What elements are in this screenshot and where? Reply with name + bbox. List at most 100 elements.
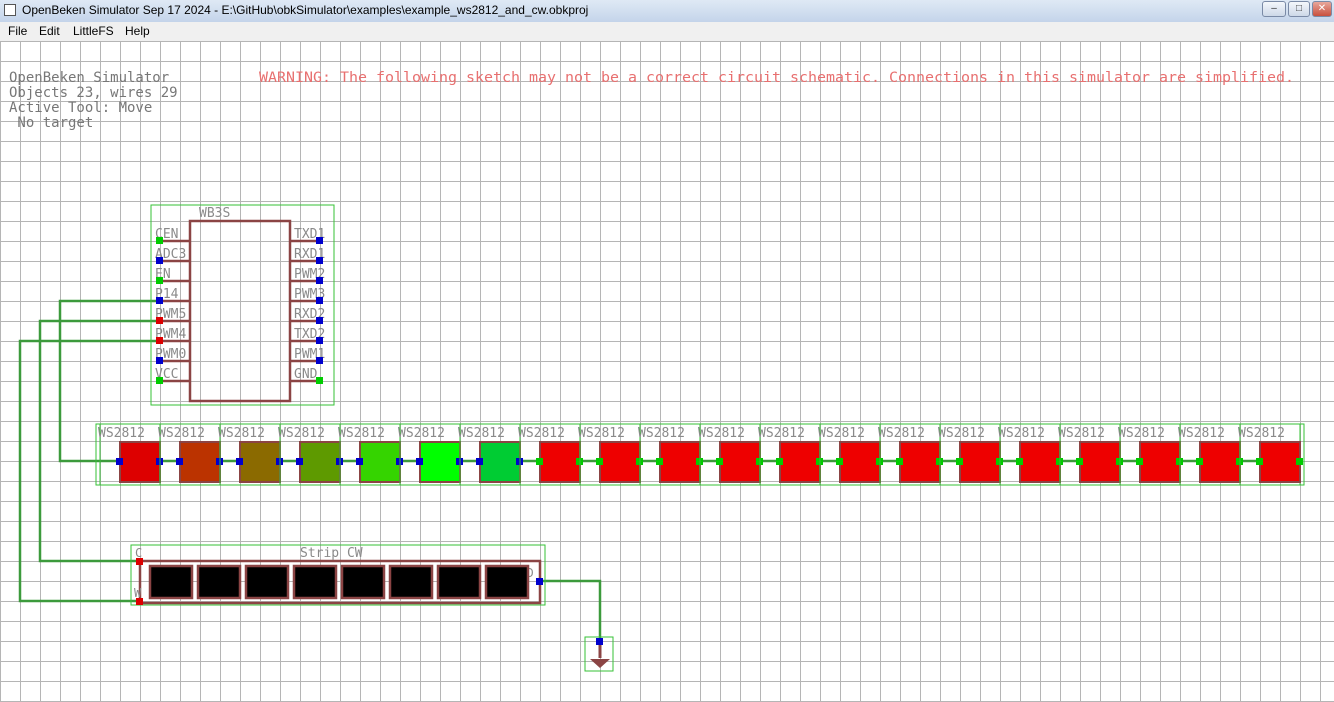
ws2812-din-node[interactable] — [716, 458, 723, 465]
strip-segment-4 — [292, 564, 338, 600]
object-count-label: Objects 23, wires 29 — [9, 85, 178, 101]
circuit-layer: OpenBeken Simulator Objects 23, wires 29… — [9, 70, 1305, 672]
target-label: No target — [9, 115, 93, 131]
strip-pin-w-label: W — [134, 586, 142, 600]
pin-node-vcc[interactable] — [156, 377, 163, 384]
ws2812-label: WS2812 — [1178, 426, 1225, 441]
pin-node-pwm4[interactable] — [156, 337, 163, 344]
strip-segment-3 — [244, 564, 290, 600]
ws2812-label: WS2812 — [818, 426, 865, 441]
ws2812-led-11[interactable] — [719, 441, 761, 483]
close-button[interactable]: ✕ — [1312, 1, 1332, 17]
ws2812-din-node[interactable] — [656, 458, 663, 465]
wb3s-module[interactable]: WB3S CENADC3ENP14PWM5PWM4PWM0VCCTXD1RXD1… — [150, 204, 335, 406]
menu-bar: File Edit LittleFS Help — [0, 22, 1334, 42]
strip-pin-c-label: C — [135, 546, 142, 560]
ws2812-din-node[interactable] — [896, 458, 903, 465]
ws2812-din-node[interactable] — [776, 458, 783, 465]
ws2812-chain[interactable]: WS2812 WS2812 WS2812 WS2812 WS2812 WS2812 WS28… — [95, 423, 1305, 486]
strip-segment-8 — [484, 564, 530, 600]
pin-node-adc3[interactable] — [156, 257, 163, 264]
ws2812-din-node[interactable] — [596, 458, 603, 465]
ws2812-led-9[interactable] — [599, 441, 641, 483]
ws2812-label: WS2812 — [698, 426, 745, 441]
ws2812-led-12[interactable] — [779, 441, 821, 483]
ws2812-din-node[interactable] — [1136, 458, 1143, 465]
ground-node[interactable] — [596, 638, 603, 645]
ws2812-label: WS2812 — [758, 426, 805, 441]
ws2812-din-node[interactable] — [536, 458, 543, 465]
ws2812-led-10[interactable] — [659, 441, 701, 483]
pin-node-rxd1[interactable] — [316, 257, 323, 264]
wb3s-body — [188, 219, 292, 403]
ws2812-led-18[interactable] — [1139, 441, 1181, 483]
menu-help[interactable]: Help — [125, 24, 150, 38]
ws2812-din-node[interactable] — [356, 458, 363, 465]
title-bar[interactable]: OpenBeken Simulator Sep 17 2024 - E:\Git… — [0, 0, 1334, 23]
ws2812-din-node[interactable] — [1256, 458, 1263, 465]
maximize-button[interactable]: □ — [1288, 1, 1310, 17]
strip-cw[interactable]: Strip CW C W GND — [130, 544, 546, 606]
ws2812-din-node[interactable] — [296, 458, 303, 465]
ws2812-led-6[interactable] — [419, 441, 461, 483]
ws2812-led-14[interactable] — [899, 441, 941, 483]
warning-text: WARNING: The following sketch may not be… — [259, 70, 1294, 86]
ws2812-led-15[interactable] — [959, 441, 1001, 483]
ws2812-label: WS2812 — [398, 426, 445, 441]
wb3s-label: WB3S — [199, 206, 230, 221]
ws2812-din-node[interactable] — [236, 458, 243, 465]
ws2812-led-1[interactable] — [119, 441, 161, 483]
ws2812-label: WS2812 — [878, 426, 925, 441]
ws2812-din-node[interactable] — [1076, 458, 1083, 465]
menu-littlefs[interactable]: LittleFS — [73, 24, 114, 38]
pin-node-pwm5[interactable] — [156, 317, 163, 324]
pin-node-pwm3[interactable] — [316, 297, 323, 304]
pin-node-cen[interactable] — [156, 237, 163, 244]
ws2812-led-13[interactable] — [839, 441, 881, 483]
ws2812-label: WS2812 — [998, 426, 1045, 441]
menu-file[interactable]: File — [8, 24, 27, 38]
ws2812-led-4[interactable] — [299, 441, 341, 483]
ws2812-din-node[interactable] — [1196, 458, 1203, 465]
ws2812-led-8[interactable] — [539, 441, 581, 483]
app-name-label: OpenBeken Simulator — [9, 70, 169, 86]
ws2812-din-node[interactable] — [176, 458, 183, 465]
pin-node-rxd2[interactable] — [316, 317, 323, 324]
ws2812-led-20[interactable] — [1259, 441, 1301, 483]
ws2812-dout-node[interactable] — [1296, 458, 1303, 465]
strip-pin-gnd-node[interactable] — [536, 578, 543, 585]
ground-symbol[interactable] — [584, 636, 614, 672]
ws2812-led-17[interactable] — [1079, 441, 1121, 483]
minimize-button[interactable]: ‒ — [1262, 1, 1286, 17]
pin-node-p14[interactable] — [156, 297, 163, 304]
ws2812-din-node[interactable] — [836, 458, 843, 465]
ws2812-led-2[interactable] — [179, 441, 221, 483]
ws2812-din-node[interactable] — [1016, 458, 1023, 465]
ws2812-led-16[interactable] — [1019, 441, 1061, 483]
ws2812-label: WS2812 — [1118, 426, 1165, 441]
wire-strip-gnd[interactable] — [540, 579, 602, 641]
ws2812-label: WS2812 — [1058, 426, 1105, 441]
pin-node-pwm2[interactable] — [316, 277, 323, 284]
strip-pin-w-node[interactable] — [136, 598, 143, 605]
ws2812-label: WS2812 — [158, 426, 205, 441]
pin-node-pwm0[interactable] — [156, 357, 163, 364]
ws2812-label: WS2812 — [578, 426, 625, 441]
pin-node-gnd[interactable] — [316, 377, 323, 384]
pin-node-en[interactable] — [156, 277, 163, 284]
pin-node-txd2[interactable] — [316, 337, 323, 344]
ws2812-din-node[interactable] — [956, 458, 963, 465]
menu-edit[interactable]: Edit — [39, 24, 60, 38]
ws2812-led-19[interactable] — [1199, 441, 1241, 483]
ws2812-led-5[interactable] — [359, 441, 401, 483]
ws2812-din-node[interactable] — [116, 458, 123, 465]
pin-node-txd1[interactable] — [316, 237, 323, 244]
ws2812-din-node[interactable] — [416, 458, 423, 465]
ws2812-led-3[interactable] — [239, 441, 281, 483]
ws2812-din-node[interactable] — [476, 458, 483, 465]
strip-pin-c-node[interactable] — [136, 558, 143, 565]
pin-label-gnd: GND — [294, 367, 318, 382]
pin-node-pwm1[interactable] — [316, 357, 323, 364]
strip-title: Strip CW — [300, 546, 363, 561]
ws2812-led-7[interactable] — [479, 441, 521, 483]
